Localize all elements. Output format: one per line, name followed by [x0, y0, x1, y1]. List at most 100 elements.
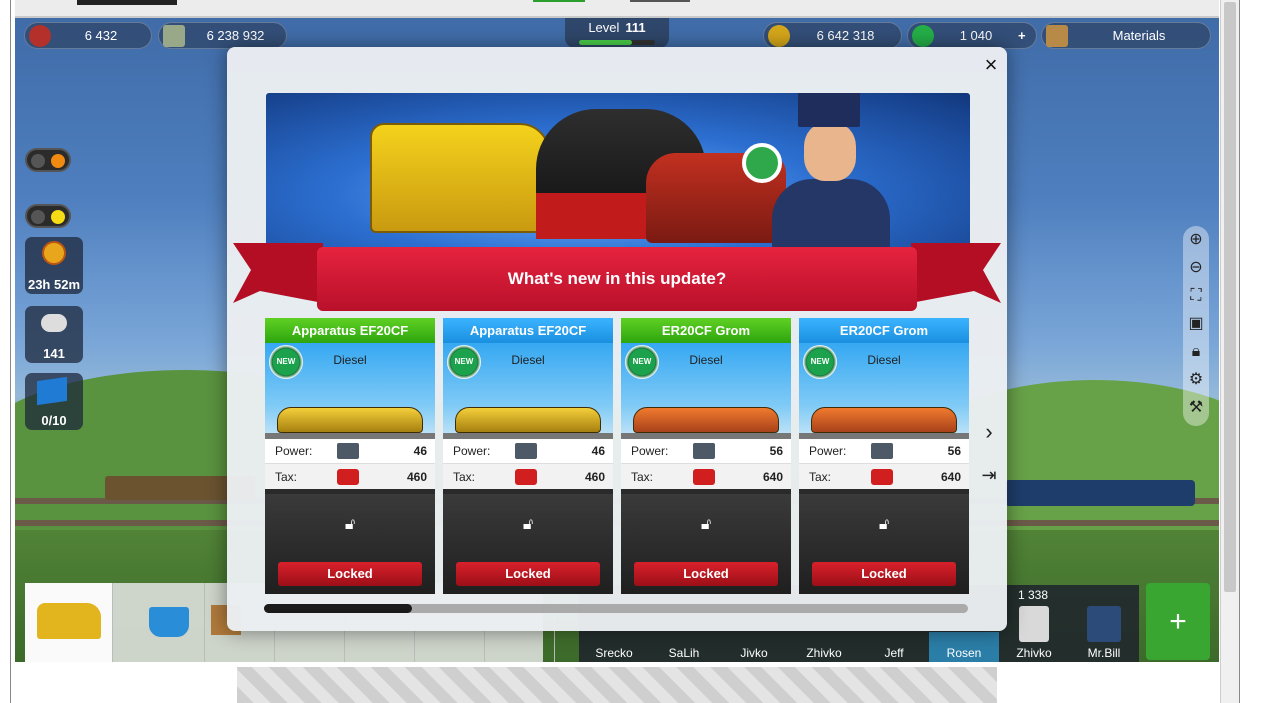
- lock-icon[interactable]: 🔒︎: [1183, 338, 1209, 366]
- top-strip: [15, 0, 1219, 18]
- locked-button[interactable]: Locked: [456, 562, 600, 586]
- fuel-can-icon: [693, 468, 715, 485]
- flag-tile[interactable]: 0/10: [25, 373, 83, 430]
- locked-area: 🔓︎ Locked: [799, 494, 969, 594]
- power-label: Power:: [275, 444, 313, 458]
- stat-pill-2[interactable]: 6 238 932: [158, 22, 287, 49]
- level-value: 111: [625, 20, 646, 35]
- locomotive-card[interactable]: Apparatus EF20CF NEW Diesel Power: 46 Ta…: [265, 318, 435, 594]
- friend-name: Zhivko: [806, 646, 842, 660]
- power-row: Power: 56: [621, 439, 791, 464]
- wagon-icon: [515, 443, 537, 459]
- event-timer-tile[interactable]: 23h 52m: [25, 237, 83, 294]
- friend-slot[interactable]: SaLih: [649, 646, 719, 660]
- zoom-out-icon[interactable]: ⊖: [1183, 254, 1209, 282]
- settings-icon[interactable]: ⚙︎: [1183, 366, 1209, 394]
- power-label: Power:: [809, 444, 847, 458]
- gems-pill[interactable]: 1 040 +: [907, 22, 1037, 49]
- padlock-icon: 🔓︎: [522, 516, 534, 533]
- basket-icon: [149, 607, 189, 637]
- page-scrollbar[interactable]: [1220, 0, 1239, 703]
- tools-icon[interactable]: ⚒︎: [1183, 394, 1209, 422]
- cards-scrollbar[interactable]: [264, 604, 968, 613]
- friend-name: Jivko: [740, 646, 768, 660]
- tax-value: 460: [406, 469, 427, 484]
- card-image: NEW Diesel: [265, 343, 435, 439]
- add-friend-button[interactable]: +: [1146, 583, 1210, 660]
- close-icon[interactable]: ×: [979, 53, 1003, 77]
- tax-label: Tax:: [275, 469, 298, 484]
- signal-yellow[interactable]: [25, 204, 71, 228]
- friend-slot[interactable]: Srecko: [579, 646, 649, 660]
- coin-icon: [768, 24, 790, 47]
- friend-slot[interactable]: Zhivko: [789, 646, 859, 660]
- avatar: [1087, 606, 1121, 642]
- stat-pill-1[interactable]: 6 432: [24, 22, 152, 49]
- level-badge[interactable]: Level 111: [565, 18, 669, 48]
- signal-off-lamp: [31, 210, 45, 224]
- whats-new-dialog: × What's new in this update? Apparatus E…: [227, 47, 1007, 631]
- stat2-value: 6 238 932: [206, 28, 265, 43]
- tax-row: Tax: 640: [621, 464, 791, 489]
- power-label: Power:: [631, 444, 669, 458]
- gold-value: 6 642 318: [816, 28, 875, 43]
- friend-slot-selected[interactable]: Rosen: [929, 632, 999, 662]
- tax-value: 640: [940, 469, 961, 484]
- avatar: [1019, 606, 1049, 642]
- last-page-arrow[interactable]: ⇥: [979, 463, 999, 487]
- locomotive-card[interactable]: ER20CF Grom NEW Diesel Power: 56 Tax: 64…: [621, 318, 791, 594]
- friend-slot[interactable]: Jeff: [859, 646, 929, 660]
- level-progress-fill: [579, 40, 633, 45]
- top-green-button[interactable]: [533, 0, 585, 2]
- gem-icon: [912, 24, 934, 47]
- rail-track: [621, 433, 791, 439]
- cards-scroll-thumb[interactable]: [264, 604, 412, 613]
- power-row: Power: 46: [265, 439, 435, 464]
- materials-icon: [1046, 24, 1068, 47]
- card-title: Apparatus EF20CF: [265, 318, 435, 343]
- engine-type: Diesel: [867, 353, 901, 367]
- friend-slot[interactable]: Mr.Bill: [1069, 606, 1139, 660]
- whistle-tile[interactable]: 141: [25, 306, 83, 363]
- locked-button[interactable]: Locked: [634, 562, 778, 586]
- buy-gems-button[interactable]: +: [1018, 28, 1036, 43]
- friend-slot[interactable]: Jivko: [719, 646, 789, 660]
- locomotive-card[interactable]: Apparatus EF20CF NEW Diesel Power: 46 Ta…: [443, 318, 613, 594]
- zoom-in-icon[interactable]: ⊕: [1183, 226, 1209, 254]
- locomotive-card[interactable]: ER20CF Grom NEW Diesel Power: 56 Tax: 64…: [799, 318, 969, 594]
- tax-label: Tax:: [809, 469, 832, 484]
- friend-name: Srecko: [595, 646, 633, 660]
- card-image: NEW Diesel: [799, 343, 969, 439]
- next-page-arrow[interactable]: ›: [979, 420, 999, 444]
- card-title: ER20CF Grom: [799, 318, 969, 343]
- fullscreen-icon[interactable]: ⛶: [1183, 282, 1209, 310]
- shop-button[interactable]: [135, 583, 205, 662]
- friend-name: Jeff: [884, 646, 904, 660]
- materials-pill[interactable]: Materials: [1041, 22, 1211, 49]
- add-friends-icon: +: [1169, 605, 1187, 638]
- save-icon[interactable]: ▣: [1183, 310, 1209, 338]
- padlock-icon: 🔓︎: [700, 516, 712, 533]
- person-icon: [29, 24, 51, 47]
- whistle-count: 141: [43, 346, 65, 361]
- gold-pill[interactable]: 6 642 318: [763, 22, 902, 49]
- signal-orange[interactable]: [25, 148, 71, 172]
- whistle-icon: [41, 314, 67, 332]
- train-depot-button[interactable]: [25, 583, 113, 662]
- wagon-icon: [871, 443, 893, 459]
- checklist-icon: [163, 24, 185, 47]
- scrollbar-thumb[interactable]: [1224, 2, 1236, 592]
- conductor-art: [742, 93, 896, 263]
- locked-button[interactable]: Locked: [812, 562, 956, 586]
- top-gray-button[interactable]: [630, 0, 690, 2]
- stat1-value: 6 432: [84, 28, 118, 43]
- ribbon-left-tail: [233, 243, 323, 303]
- power-label: Power:: [453, 444, 491, 458]
- event-timer: 23h 52m: [27, 277, 81, 292]
- signal-orange-lamp: [51, 154, 65, 168]
- tax-row: Tax: 460: [443, 464, 613, 489]
- friend-slot[interactable]: Zhivko: [999, 606, 1069, 660]
- passenger-train[interactable]: [1005, 480, 1195, 506]
- locked-button[interactable]: Locked: [278, 562, 422, 586]
- game-logo: [77, 0, 177, 5]
